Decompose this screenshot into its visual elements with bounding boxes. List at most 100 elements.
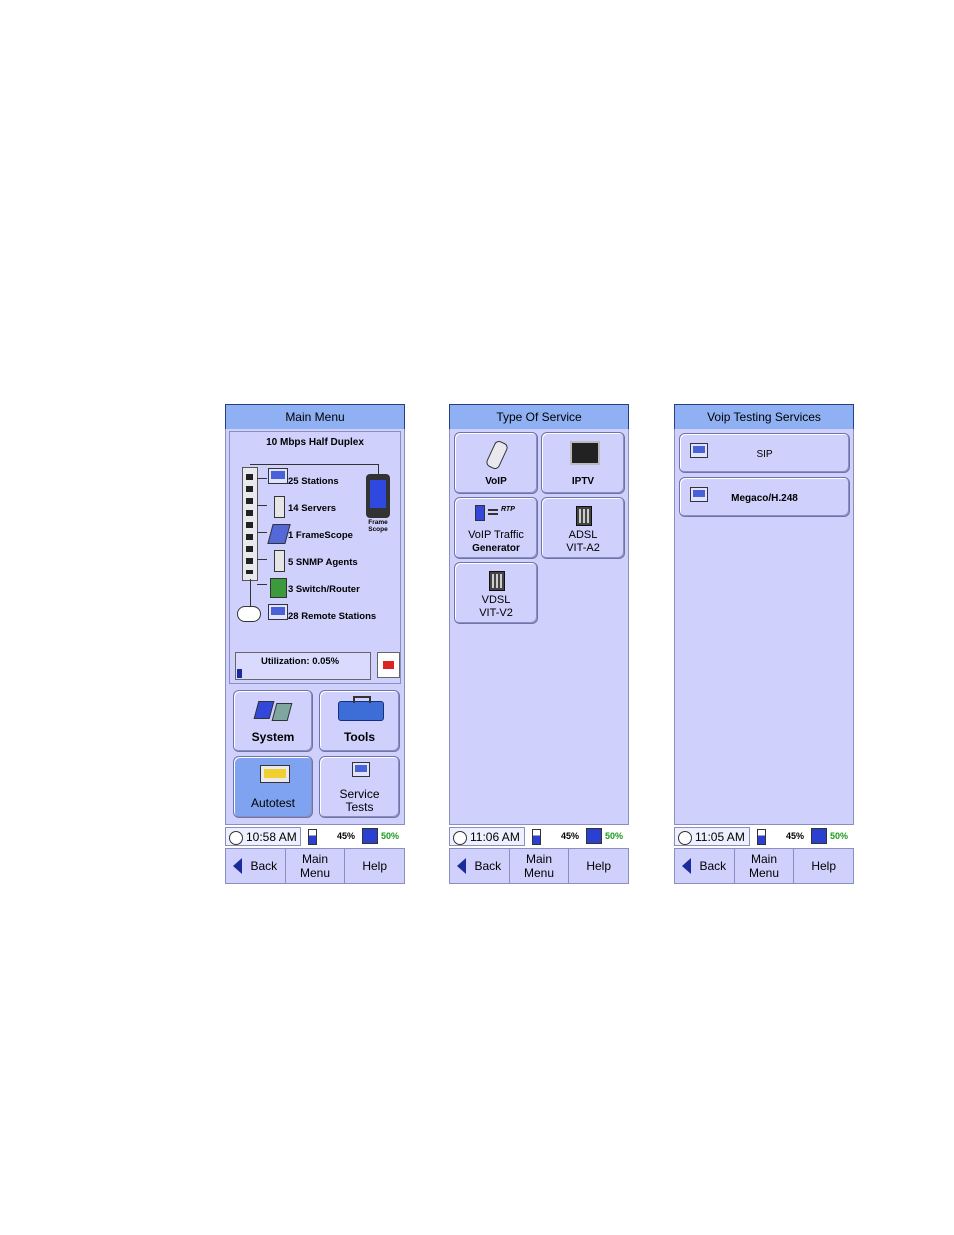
tools-label: Tools <box>343 730 376 744</box>
battery-level: 45% <box>786 831 805 841</box>
snmp-agent-icon <box>274 550 285 572</box>
clock-time: 11:06 AM <box>470 830 520 844</box>
back-arrow-icon <box>233 858 243 874</box>
autotest-icon <box>260 765 290 783</box>
clock-icon <box>229 831 243 845</box>
iptv-label: IPTV <box>571 476 595 487</box>
network-item-stations: 25 Stations <box>288 476 339 487</box>
voip-traffic-generator-label: VoIP Traffic Generator <box>468 529 524 554</box>
clock[interactable]: 11:05 AM <box>674 827 750 846</box>
main-menu-button[interactable]: Main Menu <box>286 849 346 883</box>
service-tests-label: Service Tests <box>339 787 380 814</box>
iptv-tile[interactable]: IPTV <box>541 432 625 494</box>
toolbox-icon <box>338 696 384 721</box>
computer-icon <box>352 762 370 777</box>
voip-traffic-generator-tile[interactable]: RTP VoIP Traffic Generator <box>454 497 538 559</box>
switch-router-icon <box>270 578 287 598</box>
storage-level: 50% <box>605 831 624 841</box>
bottom-nav: Back Main Menu Help <box>449 848 629 884</box>
type-of-service-panel: VoIP IPTV RTP VoIP Traffic Generator ADS <box>449 429 629 824</box>
storage-level: 50% <box>830 831 849 841</box>
voip-label: VoIP <box>485 476 507 487</box>
network-item-snmp-agents: 5 SNMP Agents <box>288 557 358 568</box>
network-item-remote-stations: 28 Remote Stations <box>288 611 377 622</box>
network-summary[interactable]: 10 Mbps Half Duplex 25 Stations 14 Serve… <box>229 431 401 684</box>
hub-icon <box>242 467 258 581</box>
battery-level: 45% <box>561 831 580 841</box>
monitor-icon <box>570 441 600 465</box>
flag-icon <box>383 661 394 669</box>
service-tests-tile[interactable]: Service Tests <box>319 756 400 818</box>
help-button[interactable]: Help <box>794 849 853 883</box>
battery-icon <box>532 829 541 845</box>
clock[interactable]: 11:06 AM <box>449 827 525 846</box>
network-item-framescope: 1 FrameScope <box>288 530 353 541</box>
system-tile[interactable]: System <box>233 690 313 752</box>
battery-icon <box>308 829 317 845</box>
phone-icon <box>484 439 510 471</box>
chip-icon <box>489 571 505 591</box>
status-bar: 11:06 AM 45% 50% <box>449 824 629 849</box>
system-icon <box>253 699 293 721</box>
autotest-label: Autotest <box>250 796 296 810</box>
cloud-icon <box>237 606 261 622</box>
main-menu-button[interactable]: Main Menu <box>510 849 570 883</box>
help-button[interactable]: Help <box>569 849 628 883</box>
bottom-nav: Back Main Menu Help <box>225 848 405 884</box>
vdsl-label: VDSL VIT-V2 <box>479 594 513 619</box>
system-label: System <box>251 730 295 744</box>
type-of-service-screen: Type Of Service VoIP IPTV RTP VoIP Traff… <box>449 404 629 884</box>
rtp-label: RTP <box>501 506 515 513</box>
clock-icon <box>453 831 467 845</box>
adsl-label: ADSL VIT-A2 <box>566 529 600 554</box>
clock-time: 11:05 AM <box>695 830 745 844</box>
remote-station-icon <box>268 604 288 620</box>
back-arrow-icon <box>682 858 692 874</box>
battery-icon <box>757 829 766 845</box>
main-menu-panel: 10 Mbps Half Duplex 25 Stations 14 Serve… <box>225 429 405 824</box>
voip-tile[interactable]: VoIP <box>454 432 538 494</box>
server-icon <box>274 496 285 518</box>
storage-icon <box>586 828 602 844</box>
main-menu-button[interactable]: Main Menu <box>735 849 795 883</box>
tools-tile[interactable]: Tools <box>319 690 400 752</box>
network-item-servers: 14 Servers <box>288 503 337 514</box>
flag-button[interactable] <box>377 652 400 678</box>
storage-level: 50% <box>381 831 400 841</box>
storage-icon <box>362 828 378 844</box>
rtp-traffic-icon: RTP <box>475 505 525 521</box>
battery-level: 45% <box>337 831 356 841</box>
autotest-tile[interactable]: Autotest <box>233 756 313 818</box>
network-item-switch-router: 3 Switch/Router <box>288 584 360 595</box>
voip-services-panel: SIP Megaco/H.248 <box>674 429 854 824</box>
status-bar: 10:58 AM 45% 50% <box>225 824 405 849</box>
screen-title: Type Of Service <box>449 404 629 430</box>
storage-icon <box>811 828 827 844</box>
vdsl-tile[interactable]: VDSL VIT-V2 <box>454 562 538 624</box>
clock-icon <box>678 831 692 845</box>
bottom-nav: Back Main Menu Help <box>674 848 854 884</box>
sip-item[interactable]: SIP <box>679 433 850 473</box>
main-menu-screen: Main Menu 10 Mbps Half Duplex 25 Station… <box>225 404 405 884</box>
adsl-tile[interactable]: ADSL VIT-A2 <box>541 497 625 559</box>
voip-testing-services-screen: Voip Testing Services SIP Megaco/H.248 1… <box>674 404 854 884</box>
megaco-h248-item[interactable]: Megaco/H.248 <box>679 477 850 517</box>
back-button[interactable]: Back <box>226 849 286 883</box>
megaco-h248-label: Megaco/H.248 <box>731 493 798 504</box>
back-button[interactable]: Back <box>675 849 735 883</box>
screen-title: Voip Testing Services <box>674 404 854 430</box>
computer-icon <box>268 468 288 484</box>
link-status: 10 Mbps Half Duplex <box>266 437 364 448</box>
back-arrow-icon <box>457 858 467 874</box>
screen-title: Main Menu <box>225 404 405 430</box>
status-bar: 11:05 AM 45% 50% <box>674 824 854 849</box>
clock[interactable]: 10:58 AM <box>225 827 301 846</box>
framescope-device-icon <box>366 474 390 518</box>
back-button[interactable]: Back <box>450 849 510 883</box>
clock-time: 10:58 AM <box>246 830 297 844</box>
framescope-device-label: Frame Scope <box>368 519 388 533</box>
help-button[interactable]: Help <box>345 849 404 883</box>
utilization-meter: Utilization: 0.05% <box>235 652 371 680</box>
sip-label: SIP <box>756 449 773 460</box>
chip-icon <box>576 506 592 526</box>
